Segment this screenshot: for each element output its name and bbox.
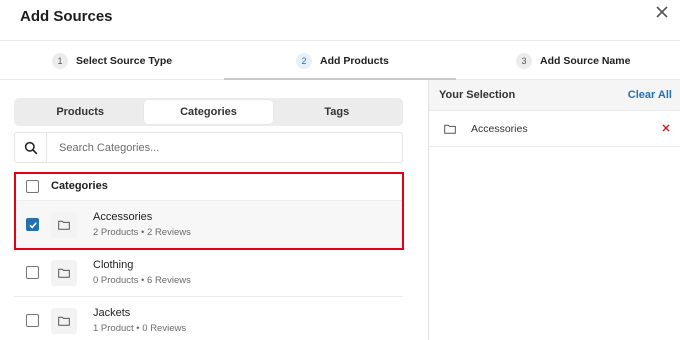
step-number: 2 (296, 53, 312, 69)
step-label: Add Products (320, 55, 389, 67)
add-sources-modal: Add Sources 1 Select Source Type 2 Add P… (0, 0, 680, 340)
step-add-products[interactable]: 2 Add Products (296, 41, 389, 81)
item-meta: 2 Products • 2 Reviews (93, 227, 191, 238)
list-item[interactable]: Clothing 0 Products • 6 Reviews (14, 248, 403, 296)
item-checkbox[interactable] (26, 314, 39, 327)
step-add-source-name[interactable]: 3 Add Source Name (516, 41, 630, 81)
selection-title: Your Selection (439, 89, 516, 101)
folder-icon (51, 259, 77, 286)
tab-categories[interactable]: Categories (144, 100, 273, 124)
item-checkbox[interactable] (26, 218, 39, 231)
source-tabs: Products Categories Tags (14, 98, 403, 126)
close-icon[interactable] (652, 2, 672, 22)
item-checkbox[interactable] (26, 266, 39, 279)
select-all-checkbox[interactable] (26, 179, 39, 193)
item-name: Accessories (93, 211, 153, 223)
step-number: 1 (52, 53, 68, 69)
item-meta: 0 Products • 6 Reviews (93, 275, 191, 286)
active-step-underline (224, 78, 456, 80)
step-select-source-type[interactable]: 1 Select Source Type (52, 41, 172, 81)
folder-icon (439, 118, 461, 140)
tab-products[interactable]: Products (16, 100, 144, 124)
item-name: Jackets (93, 307, 131, 319)
modal-title: Add Sources (20, 8, 113, 25)
list-item[interactable]: Accessories 2 Products • 2 Reviews (14, 200, 403, 248)
folder-icon (51, 211, 77, 238)
list-header: Categories (14, 172, 403, 200)
category-list: Categories Accessories 2 Products • 2 Re… (14, 172, 403, 340)
tab-tags[interactable]: Tags (273, 100, 401, 124)
item-name: Clothing (93, 259, 134, 271)
selection-header: Your Selection Clear All (429, 80, 680, 111)
item-meta: 1 Product • 0 Reviews (93, 323, 187, 334)
stepper: 1 Select Source Type 2 Add Products 3 Ad… (0, 40, 680, 80)
step-label: Select Source Type (76, 55, 173, 67)
selected-item: Accessories (429, 111, 680, 147)
list-header-label: Categories (51, 180, 108, 192)
checkmark-icon (28, 221, 37, 229)
step-label: Add Source Name (540, 55, 631, 67)
step-number: 3 (516, 53, 532, 69)
selected-item-name: Accessories (471, 122, 528, 135)
list-item[interactable]: Jackets 1 Product • 0 Reviews (14, 296, 403, 340)
search-bar (14, 132, 403, 163)
search-icon (15, 133, 47, 162)
search-input[interactable] (47, 141, 402, 154)
clear-all-button[interactable]: Clear All (628, 89, 672, 101)
folder-icon (51, 307, 77, 334)
remove-icon[interactable] (658, 123, 674, 135)
